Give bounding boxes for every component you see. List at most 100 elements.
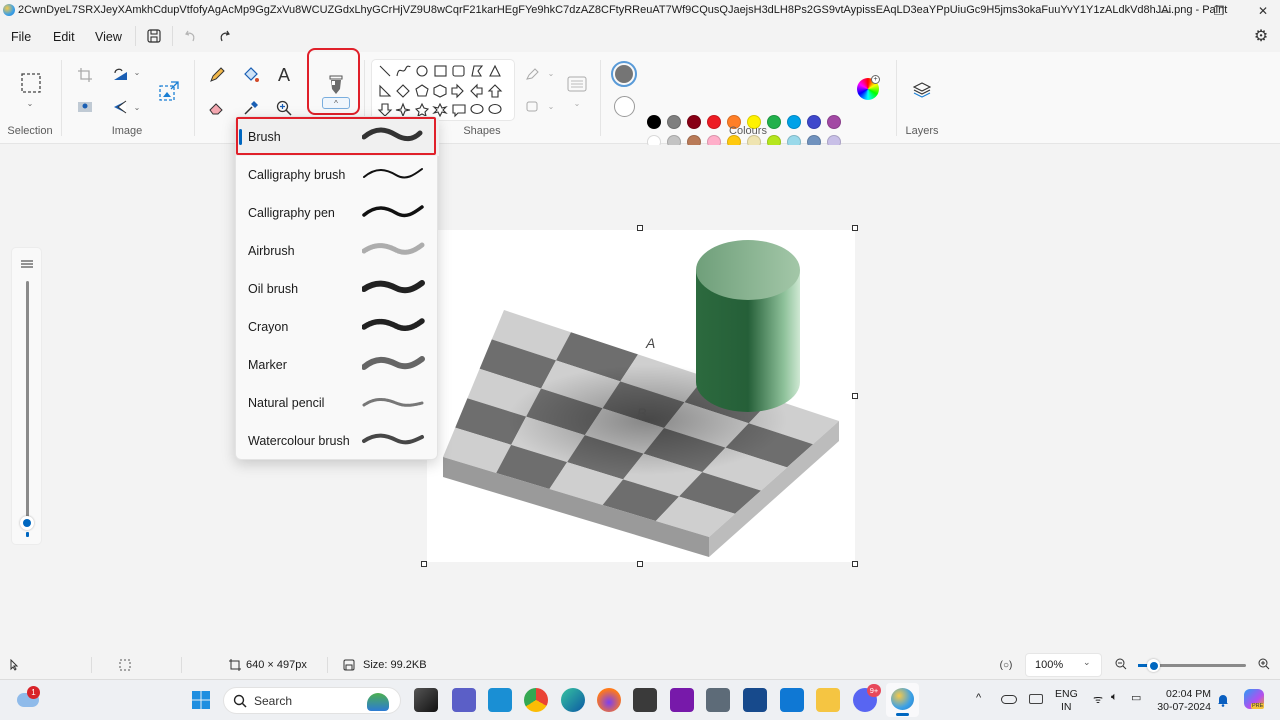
- flip-chevron-down-icon[interactable]: ⌄: [132, 102, 142, 112]
- resize-handle-bottom-right[interactable]: [852, 561, 858, 567]
- volume-icon[interactable]: 🔈︎: [1111, 691, 1118, 704]
- shape-line: [379, 65, 391, 77]
- menu-edit[interactable]: Edit: [53, 30, 75, 44]
- magnifier-icon[interactable]: [274, 98, 294, 118]
- outline-chevron-down-icon[interactable]: ⌄: [546, 68, 556, 78]
- file-explorer-icon[interactable]: [816, 688, 840, 712]
- eraser-icon[interactable]: [207, 98, 227, 118]
- fill-chevron-down-icon[interactable]: ⌄: [546, 101, 556, 111]
- redo-icon[interactable]: [215, 27, 233, 45]
- paint-taskbar-button-active[interactable]: [886, 683, 919, 717]
- stroke-slider-track[interactable]: [26, 281, 29, 521]
- resize-image-icon[interactable]: [158, 80, 180, 102]
- selection-rectangle-icon[interactable]: [20, 72, 42, 94]
- start-windows-icon[interactable]: [191, 690, 211, 710]
- image-canvas[interactable]: A B: [427, 230, 855, 562]
- brush-option-calligraphy-brush[interactable]: Calligraphy brush: [236, 156, 439, 194]
- undo-icon[interactable]: [182, 27, 200, 45]
- stroke-size-icon[interactable]: [566, 74, 588, 94]
- shape-rectangle: [434, 65, 447, 77]
- shape-polygon: [471, 65, 484, 77]
- primary-colour-well[interactable]: [611, 61, 637, 87]
- fill-bucket-icon[interactable]: [241, 65, 261, 85]
- battery-icon[interactable]: ▭: [1131, 691, 1141, 704]
- resize-handle-top-right[interactable]: [852, 225, 858, 231]
- zoom-in-icon[interactable]: [1257, 657, 1271, 671]
- fit-to-window-icon[interactable]: (○): [998, 658, 1014, 672]
- brush-option-airbrush[interactable]: Airbrush: [236, 232, 439, 270]
- onedrive-icon[interactable]: [1001, 695, 1017, 704]
- bing-icon[interactable]: [633, 688, 657, 712]
- resize-handle-bottom[interactable]: [637, 561, 643, 567]
- selection-chevron-down-icon[interactable]: ⌄: [24, 98, 36, 108]
- desktop-icon[interactable]: [488, 688, 512, 712]
- copilot-preview-badge: PRE: [1251, 703, 1265, 709]
- secondary-colour-well[interactable]: [614, 96, 635, 117]
- menu-separator: [135, 26, 136, 46]
- layers-icon[interactable]: [911, 79, 933, 101]
- resize-handle-right[interactable]: [852, 393, 858, 399]
- input-language-line1[interactable]: ENG: [1055, 688, 1078, 700]
- stroke-size-chevron-down-icon[interactable]: ⌄: [572, 98, 582, 108]
- minimize-button[interactable]: —: [1142, 0, 1188, 22]
- shape-oval: [416, 65, 428, 77]
- zoom-slider-thumb[interactable]: [1147, 659, 1160, 672]
- paint-app-icon: [3, 4, 15, 16]
- stroke-slider-thumb[interactable]: [20, 516, 34, 530]
- window-title: 2CwnDyeL7SRXJeyXAmkhCdupVtfofyAgAcMp9GgZ…: [18, 4, 1228, 16]
- clock-date[interactable]: 30-07-2024: [1157, 701, 1211, 713]
- brush-option-pencil[interactable]: Natural pencil: [236, 384, 439, 422]
- onenote-icon[interactable]: [670, 688, 694, 712]
- brush-option-marker[interactable]: Marker: [236, 346, 439, 384]
- task-view-icon[interactable]: [414, 688, 438, 712]
- firefox-icon[interactable]: [597, 688, 621, 712]
- zoom-out-icon[interactable]: [1114, 657, 1128, 671]
- gear-icon[interactable]: ⚙: [1251, 26, 1271, 46]
- wifi-icon[interactable]: ᯤ: [1093, 692, 1103, 707]
- menu-view[interactable]: View: [95, 30, 122, 44]
- shape-cloud-callout: [488, 103, 502, 115]
- status-spacer: [271, 657, 272, 673]
- brush-option-oil[interactable]: Oil brush: [236, 270, 439, 308]
- active-app-indicator: [896, 713, 909, 716]
- touch-keyboard-icon[interactable]: [1029, 694, 1043, 704]
- brush-option-calligraphy-pen[interactable]: Calligraphy pen: [236, 194, 439, 232]
- group-divider: [194, 60, 195, 136]
- microsoft-store-icon[interactable]: [743, 688, 767, 712]
- chrome-icon[interactable]: [524, 688, 548, 712]
- teams-icon[interactable]: [452, 688, 476, 712]
- file-size: Size: 99.2KB: [363, 659, 427, 671]
- zoom-level-dropdown[interactable]: 100% ⌄: [1025, 653, 1102, 677]
- taskbar-search-box[interactable]: Search: [223, 687, 401, 714]
- restore-button[interactable]: ❐: [1196, 0, 1242, 22]
- clock-time[interactable]: 02:04 PM: [1163, 688, 1211, 700]
- edge-icon[interactable]: [561, 688, 585, 712]
- pencil-icon[interactable]: [207, 65, 227, 85]
- outline-icon[interactable]: [525, 67, 541, 81]
- shape-oval-callout: [470, 103, 484, 115]
- show-hidden-icons-chevron-up-icon[interactable]: ^: [976, 692, 981, 704]
- flip-icon[interactable]: [110, 98, 130, 116]
- brush-option-crayon[interactable]: Crayon: [236, 308, 439, 346]
- close-button[interactable]: ✕: [1240, 0, 1280, 22]
- remove-background-icon[interactable]: [76, 98, 94, 116]
- notifications-bell-icon[interactable]: [1216, 692, 1230, 708]
- colour-picker-icon[interactable]: [241, 98, 261, 118]
- calculator-icon[interactable]: [706, 688, 730, 712]
- menu-file[interactable]: File: [11, 30, 31, 44]
- resize-handle-top[interactable]: [637, 225, 643, 231]
- mail-icon[interactable]: [780, 688, 804, 712]
- zoom-level-value: 100%: [1035, 659, 1064, 671]
- crop-icon[interactable]: [76, 66, 94, 84]
- rotate-chevron-down-icon[interactable]: ⌄: [132, 67, 142, 77]
- rotate-icon[interactable]: [110, 65, 130, 83]
- menu-bar: File Edit View ⚙: [0, 22, 1280, 52]
- shape-fill-icon[interactable]: [525, 99, 541, 113]
- stroke-size-slider-panel: [11, 247, 42, 545]
- shapes-grid: [377, 64, 503, 118]
- brush-option-watercolour[interactable]: Watercolour brush: [236, 422, 439, 460]
- save-icon[interactable]: [145, 27, 163, 45]
- input-language-line2[interactable]: IN: [1061, 701, 1072, 713]
- resize-handle-bottom-left[interactable]: [421, 561, 427, 567]
- text-tool-icon[interactable]: A: [274, 64, 294, 86]
